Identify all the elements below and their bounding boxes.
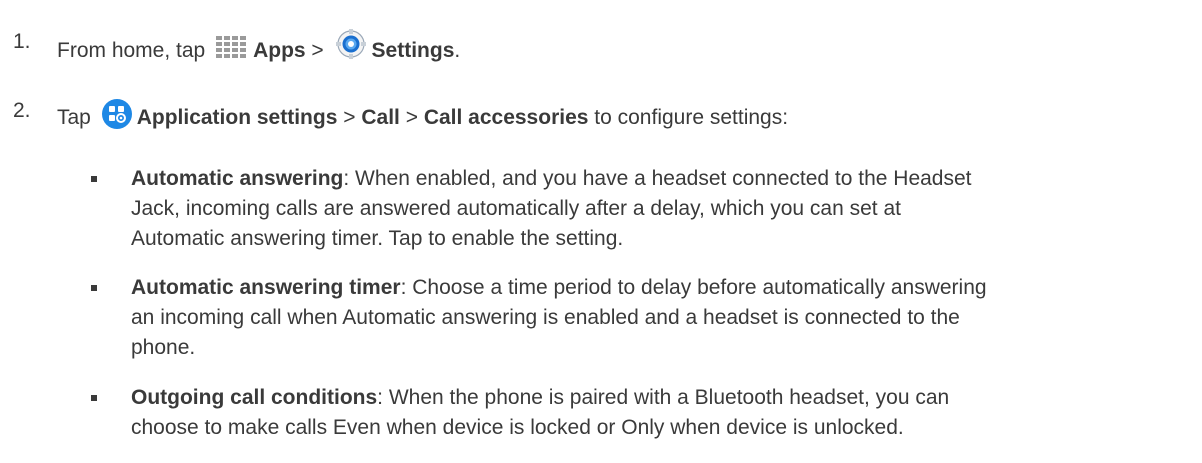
bullet-1-text-1: : When enabled, and you have a headset c… [343,167,972,190]
apps-grid-icon [215,35,249,68]
step-1-number: 1. [13,30,31,53]
bullet-2-line-1: Automatic answering timer: Choose a time… [131,275,987,301]
step-1-separator: > [311,39,324,62]
bullet-marker [91,176,97,182]
call-accessories-label: Call accessories [423,106,589,129]
bullet-marker [91,285,97,291]
settings-label: Settings [371,39,455,62]
bullet-2-line-3: phone. [131,335,195,361]
step-2-separator-2: > [405,106,418,129]
step-1-lead: From home, tap [57,39,206,62]
step-2: 2. [13,98,31,124]
step-1-end: . [454,39,461,62]
bullet-3-term: Outgoing call conditions [131,386,378,409]
bullet-2-text-1: : Choose a time period to delay before a… [400,276,987,299]
bullet-1-line-3: Automatic answering timer. Tap to enable… [131,226,623,252]
bullet-1-line-1: Automatic answering: When enabled, and y… [131,166,972,192]
step-2-lead: Tap [57,106,91,129]
step-2-separator-1: > [343,106,356,129]
bullet-2-term: Automatic answering timer [131,276,401,299]
bullet-2-line-2: an incoming call when Automatic answerin… [131,305,960,331]
step-1: 1. [13,29,31,55]
bullet-3-text-1: : When the phone is paired with a Blueto… [377,386,950,409]
apps-label: Apps [253,39,306,62]
step-2-number: 2. [13,99,31,122]
bullet-3-line-2: choose to make calls Even when device is… [131,415,904,441]
bullet-2-text-2: an incoming call when Automatic answerin… [131,306,960,329]
bullet-3-text-2: choose to make calls Even when device is… [131,416,904,439]
bullet-1-line-2: Jack, incoming calls are answered automa… [131,196,901,222]
bullet-1-text-3: Automatic answering timer. Tap to enable… [131,227,624,250]
step-2-text: Tap Application settings > Call > Call a… [57,98,788,137]
settings-gear-icon [334,29,368,68]
bullet-1-term: Automatic answering [131,167,344,190]
step-1-text: From home, tap Apps > Settings. [57,29,460,68]
bullet-2-text-3: phone. [131,336,196,359]
bullet-marker [91,395,97,401]
call-label: Call [361,106,400,129]
application-settings-label: Application settings [136,106,338,129]
bullet-3-line-1: Outgoing call conditions: When the phone… [131,385,949,411]
application-settings-icon [101,98,133,137]
bullet-1-text-2: Jack, incoming calls are answered automa… [131,197,901,220]
step-2-tail: to configure settings: [594,106,789,129]
